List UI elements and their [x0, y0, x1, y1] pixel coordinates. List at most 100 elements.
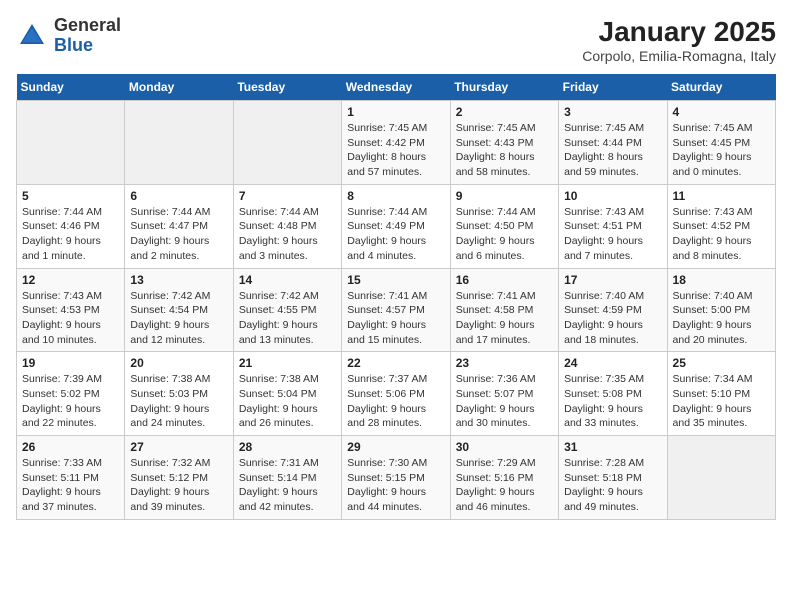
day-number: 26: [22, 440, 119, 454]
day-info: Sunrise: 7:44 AMSunset: 4:49 PMDaylight:…: [347, 205, 444, 264]
day-info: Sunrise: 7:41 AMSunset: 4:58 PMDaylight:…: [456, 289, 553, 348]
day-number: 15: [347, 273, 444, 287]
day-info: Sunrise: 7:38 AMSunset: 5:03 PMDaylight:…: [130, 372, 227, 431]
calendar-cell: [125, 101, 233, 185]
weekday-header: Tuesday: [233, 74, 341, 101]
calendar-table: SundayMondayTuesdayWednesdayThursdayFrid…: [16, 74, 776, 520]
calendar-cell: [17, 101, 125, 185]
day-info: Sunrise: 7:43 AMSunset: 4:53 PMDaylight:…: [22, 289, 119, 348]
day-number: 20: [130, 356, 227, 370]
day-number: 30: [456, 440, 553, 454]
calendar-week-row: 12 Sunrise: 7:43 AMSunset: 4:53 PMDayligh…: [17, 268, 776, 352]
day-info: Sunrise: 7:44 AMSunset: 4:47 PMDaylight:…: [130, 205, 227, 264]
calendar-cell: 28 Sunrise: 7:31 AMSunset: 5:14 PMDayligh…: [233, 436, 341, 520]
day-info: Sunrise: 7:44 AMSunset: 4:48 PMDaylight:…: [239, 205, 336, 264]
day-info: Sunrise: 7:29 AMSunset: 5:16 PMDaylight:…: [456, 456, 553, 515]
weekday-header: Sunday: [17, 74, 125, 101]
day-info: Sunrise: 7:45 AMSunset: 4:45 PMDaylight:…: [673, 121, 770, 180]
day-info: Sunrise: 7:38 AMSunset: 5:04 PMDaylight:…: [239, 372, 336, 431]
day-info: Sunrise: 7:45 AMSunset: 4:43 PMDaylight:…: [456, 121, 553, 180]
calendar-cell: 27 Sunrise: 7:32 AMSunset: 5:12 PMDayligh…: [125, 436, 233, 520]
day-number: 27: [130, 440, 227, 454]
day-number: 22: [347, 356, 444, 370]
day-number: 23: [456, 356, 553, 370]
calendar-cell: 11Sunrise: 7:43 AMSunset: 4:52 PMDayligh…: [667, 184, 775, 268]
calendar-cell: 22 Sunrise: 7:37 AMSunset: 5:06 PMDayligh…: [342, 352, 450, 436]
logo-text: General Blue: [54, 16, 121, 56]
day-number: 5: [22, 189, 119, 203]
day-info: Sunrise: 7:43 AMSunset: 4:52 PMDaylight:…: [673, 205, 770, 264]
calendar-cell: 5 Sunrise: 7:44 AMSunset: 4:46 PMDaylight…: [17, 184, 125, 268]
calendar-cell: 17 Sunrise: 7:40 AMSunset: 4:59 PMDayligh…: [559, 268, 667, 352]
calendar-cell: 13 Sunrise: 7:42 AMSunset: 4:54 PMDayligh…: [125, 268, 233, 352]
day-number: 4: [673, 105, 770, 119]
calendar-cell: 16 Sunrise: 7:41 AMSunset: 4:58 PMDayligh…: [450, 268, 558, 352]
calendar-cell: 15 Sunrise: 7:41 AMSunset: 4:57 PMDayligh…: [342, 268, 450, 352]
calendar-week-row: 19Sunrise: 7:39 AMSunset: 5:02 PMDayligh…: [17, 352, 776, 436]
day-number: 17: [564, 273, 661, 287]
calendar-cell: 10Sunrise: 7:43 AMSunset: 4:51 PMDayligh…: [559, 184, 667, 268]
calendar-cell: 9Sunrise: 7:44 AMSunset: 4:50 PMDaylight…: [450, 184, 558, 268]
day-info: Sunrise: 7:30 AMSunset: 5:15 PMDaylight:…: [347, 456, 444, 515]
day-info: Sunrise: 7:42 AMSunset: 4:55 PMDaylight:…: [239, 289, 336, 348]
day-number: 31: [564, 440, 661, 454]
day-number: 25: [673, 356, 770, 370]
day-info: Sunrise: 7:39 AMSunset: 5:02 PMDaylight:…: [22, 372, 119, 431]
day-number: 10: [564, 189, 661, 203]
logo-general: General: [54, 15, 121, 35]
day-info: Sunrise: 7:44 AMSunset: 4:46 PMDaylight:…: [22, 205, 119, 264]
calendar-cell: 6Sunrise: 7:44 AMSunset: 4:47 PMDaylight…: [125, 184, 233, 268]
calendar-cell: 3Sunrise: 7:45 AMSunset: 4:44 PMDaylight…: [559, 101, 667, 185]
calendar-header-row: SundayMondayTuesdayWednesdayThursdayFrid…: [17, 74, 776, 101]
calendar-cell: 4 Sunrise: 7:45 AMSunset: 4:45 PMDaylight…: [667, 101, 775, 185]
calendar-cell: 30 Sunrise: 7:29 AMSunset: 5:16 PMDayligh…: [450, 436, 558, 520]
day-number: 29: [347, 440, 444, 454]
weekday-header: Wednesday: [342, 74, 450, 101]
day-info: Sunrise: 7:40 AMSunset: 4:59 PMDaylight:…: [564, 289, 661, 348]
day-number: 24: [564, 356, 661, 370]
day-info: Sunrise: 7:44 AMSunset: 4:50 PMDaylight:…: [456, 205, 553, 264]
day-number: 2: [456, 105, 553, 119]
weekday-header: Thursday: [450, 74, 558, 101]
day-info: Sunrise: 7:37 AMSunset: 5:06 PMDaylight:…: [347, 372, 444, 431]
page-title: January 2025: [582, 16, 776, 48]
logo: General Blue: [16, 16, 121, 56]
calendar-cell: 14 Sunrise: 7:42 AMSunset: 4:55 PMDayligh…: [233, 268, 341, 352]
calendar-week-row: 1 Sunrise: 7:45 AMSunset: 4:42 PMDaylight…: [17, 101, 776, 185]
calendar-cell: 7 Sunrise: 7:44 AMSunset: 4:48 PMDaylight…: [233, 184, 341, 268]
calendar-cell: 1 Sunrise: 7:45 AMSunset: 4:42 PMDaylight…: [342, 101, 450, 185]
calendar-cell: 12 Sunrise: 7:43 AMSunset: 4:53 PMDayligh…: [17, 268, 125, 352]
calendar-cell: 2 Sunrise: 7:45 AMSunset: 4:43 PMDaylight…: [450, 101, 558, 185]
day-number: 14: [239, 273, 336, 287]
day-number: 13: [130, 273, 227, 287]
day-number: 28: [239, 440, 336, 454]
weekday-header: Monday: [125, 74, 233, 101]
day-info: Sunrise: 7:32 AMSunset: 5:12 PMDaylight:…: [130, 456, 227, 515]
day-number: 16: [456, 273, 553, 287]
calendar-cell: 19Sunrise: 7:39 AMSunset: 5:02 PMDayligh…: [17, 352, 125, 436]
calendar-cell: [667, 436, 775, 520]
day-info: Sunrise: 7:42 AMSunset: 4:54 PMDaylight:…: [130, 289, 227, 348]
calendar-cell: 31 Sunrise: 7:28 AMSunset: 5:18 PMDayligh…: [559, 436, 667, 520]
day-number: 7: [239, 189, 336, 203]
logo-blue: Blue: [54, 35, 93, 55]
day-number: 12: [22, 273, 119, 287]
logo-icon: [16, 20, 48, 52]
calendar-cell: 23 Sunrise: 7:36 AMSunset: 5:07 PMDayligh…: [450, 352, 558, 436]
calendar-cell: 8Sunrise: 7:44 AMSunset: 4:49 PMDaylight…: [342, 184, 450, 268]
day-info: Sunrise: 7:28 AMSunset: 5:18 PMDaylight:…: [564, 456, 661, 515]
day-info: Sunrise: 7:45 AMSunset: 4:44 PMDaylight:…: [564, 121, 661, 180]
calendar-cell: [233, 101, 341, 185]
day-info: Sunrise: 7:31 AMSunset: 5:14 PMDaylight:…: [239, 456, 336, 515]
day-number: 1: [347, 105, 444, 119]
day-info: Sunrise: 7:41 AMSunset: 4:57 PMDaylight:…: [347, 289, 444, 348]
day-info: Sunrise: 7:34 AMSunset: 5:10 PMDaylight:…: [673, 372, 770, 431]
page-subtitle: Corpolo, Emilia-Romagna, Italy: [582, 48, 776, 64]
day-info: Sunrise: 7:33 AMSunset: 5:11 PMDaylight:…: [22, 456, 119, 515]
calendar-cell: 18Sunrise: 7:40 AMSunset: 5:00 PMDayligh…: [667, 268, 775, 352]
day-number: 18: [673, 273, 770, 287]
weekday-header: Saturday: [667, 74, 775, 101]
day-info: Sunrise: 7:35 AMSunset: 5:08 PMDaylight:…: [564, 372, 661, 431]
day-info: Sunrise: 7:36 AMSunset: 5:07 PMDaylight:…: [456, 372, 553, 431]
day-info: Sunrise: 7:45 AMSunset: 4:42 PMDaylight:…: [347, 121, 444, 180]
